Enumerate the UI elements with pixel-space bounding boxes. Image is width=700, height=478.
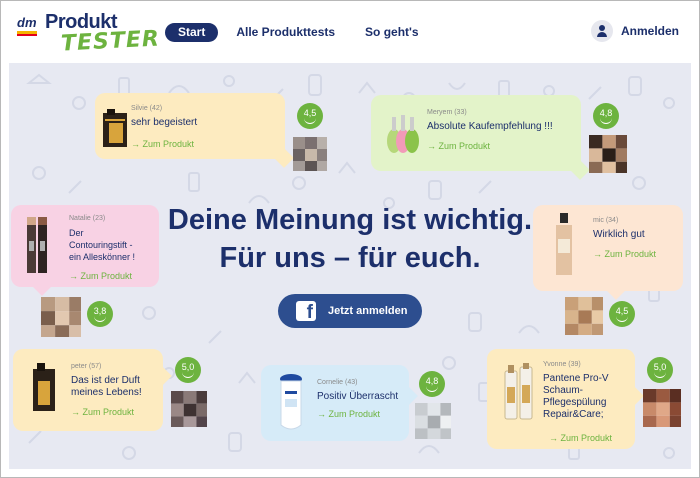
reviewer-avatar-blurred bbox=[589, 135, 627, 173]
login-button[interactable]: Anmelden bbox=[590, 20, 679, 42]
review-quote: Pantene Pro-V Schaum- Pflegespülung Repa… bbox=[543, 373, 609, 421]
foundation-bottle-image bbox=[556, 213, 572, 275]
zum-produkt-link[interactable]: → Zum Produkt bbox=[131, 139, 194, 149]
review-user: Meryem (33) bbox=[427, 109, 467, 116]
zum-produkt-link[interactable]: → Zum Produkt bbox=[69, 271, 132, 281]
review-quote: Das ist der Duft meines Lebens! bbox=[71, 375, 142, 399]
review-card-natalie[interactable]: Natalie (23) Der Contouringstift - ein A… bbox=[11, 205, 159, 296]
review-card-mic[interactable]: mic (34) Wirklich gut → Zum Produkt bbox=[533, 205, 683, 300]
review-quote: sehr begeistert bbox=[131, 117, 198, 128]
review-user: Yvonne (39) bbox=[543, 361, 581, 368]
reviewer-avatar-blurred bbox=[415, 403, 451, 439]
review-card-meryem[interactable]: Meryem (33) Absolute Kaufempfehlung !!! … bbox=[371, 95, 590, 180]
nav-start[interactable]: Start bbox=[165, 23, 219, 42]
review-quote: Der Contouringstift - ein Alleskönner ! bbox=[69, 227, 135, 263]
review-card-yvonne[interactable]: Yvonne (39) Pantene Pro-V Schaum- Pflege… bbox=[487, 349, 644, 449]
zum-produkt-link[interactable]: → Zum Produkt bbox=[71, 407, 134, 417]
review-quote: Absolute Kaufempfehlung !!! bbox=[427, 121, 553, 132]
rating-badge: 4,5 bbox=[609, 301, 635, 327]
bottles-image bbox=[387, 115, 419, 153]
perfume-box-image bbox=[103, 109, 127, 147]
review-quote: Positiv Überrascht bbox=[317, 391, 399, 402]
review-quote-line: ein Alleskönner ! bbox=[69, 252, 136, 262]
main-navigation: Start Alle Produkttests So geht's bbox=[165, 23, 419, 42]
review-quote-line: Pflegespülung bbox=[543, 397, 607, 408]
rating-badge: 4,8 bbox=[593, 103, 619, 129]
facebook-icon: f bbox=[296, 301, 316, 323]
reviewer-avatar-blurred bbox=[41, 297, 81, 337]
reviewer-avatar-blurred bbox=[565, 297, 603, 335]
logo-tester-text: TESTER bbox=[60, 26, 161, 57]
reviewer-avatar-blurred bbox=[171, 391, 207, 427]
zum-produkt-link[interactable]: → Zum Produkt bbox=[593, 249, 656, 259]
review-user: Cornelie (43) bbox=[317, 379, 358, 386]
browser-frame: dm Produkt TESTER Start Alle Produkttest… bbox=[0, 0, 700, 478]
rating-badge: 5,0 bbox=[647, 357, 673, 383]
site-header: dm Produkt TESTER Start Alle Produkttest… bbox=[1, 1, 699, 61]
facebook-letter: f bbox=[306, 302, 313, 323]
hero-headline: Deine Meinung ist wichtig. Für uns – für… bbox=[109, 201, 591, 277]
review-quote-line: Schaum- bbox=[543, 385, 584, 396]
review-card-peter[interactable]: peter (57) Das ist der Duft meines Leben… bbox=[13, 349, 172, 431]
review-card-silvie[interactable]: Silvie (42) sehr begeistert → Zum Produk… bbox=[95, 93, 294, 168]
rating-badge: 4,8 bbox=[419, 371, 445, 397]
dm-logo-text: dm bbox=[17, 15, 37, 30]
headline-line-2: Für uns – für euch. bbox=[219, 242, 481, 274]
reviewer-avatar-blurred bbox=[643, 389, 681, 427]
review-user: mic (34) bbox=[593, 217, 619, 224]
review-user: Silvie (42) bbox=[131, 105, 163, 112]
facebook-login-label: Jetzt anmelden bbox=[328, 305, 408, 317]
review-quote-line: Repair&Care; bbox=[543, 409, 604, 420]
review-quote-line: Pantene Pro-V bbox=[543, 373, 609, 384]
review-card-cornelie[interactable]: Cornelie (43) Positiv Überrascht → Zum P… bbox=[261, 365, 418, 441]
dm-produkttester-logo[interactable]: dm Produkt TESTER bbox=[15, 11, 160, 57]
rating-badge: 3,8 bbox=[87, 301, 113, 327]
reviewer-avatar-blurred bbox=[293, 137, 327, 171]
dm-logo-bar-red bbox=[17, 34, 37, 36]
review-quote-line: Das ist der Duft bbox=[71, 375, 140, 386]
pantene-bottles-image bbox=[504, 363, 533, 420]
review-quote-line: meines Lebens! bbox=[71, 387, 142, 398]
perfume-box-image bbox=[33, 363, 55, 411]
user-icon bbox=[590, 20, 613, 42]
rating-badge: 5,0 bbox=[175, 357, 201, 383]
login-label: Anmelden bbox=[620, 24, 679, 38]
nav-so-gehts[interactable]: So geht's bbox=[365, 23, 419, 42]
review-user: peter (57) bbox=[71, 363, 102, 370]
zum-produkt-link[interactable]: → Zum Produkt bbox=[427, 141, 490, 151]
zum-produkt-link[interactable]: → Zum Produkt bbox=[317, 409, 380, 419]
review-quote-line: Contouringstift - bbox=[69, 240, 133, 250]
nivea-bottle-image bbox=[280, 374, 302, 430]
review-user: Natalie (23) bbox=[69, 215, 106, 222]
contouring-stick-image bbox=[27, 217, 47, 273]
nav-alle-produkttests[interactable]: Alle Produkttests bbox=[236, 23, 335, 42]
review-quote-line: Der bbox=[69, 228, 84, 238]
hero-section: Deine Meinung ist wichtig. Für uns – für… bbox=[9, 63, 691, 469]
review-quote: Wirklich gut bbox=[593, 229, 645, 240]
headline-line-1: Deine Meinung ist wichtig. bbox=[167, 204, 533, 236]
rating-badge: 4,5 bbox=[297, 103, 323, 129]
facebook-login-button[interactable]: f Jetzt anmelden bbox=[278, 294, 422, 328]
zum-produkt-link[interactable]: → Zum Produkt bbox=[549, 433, 612, 443]
